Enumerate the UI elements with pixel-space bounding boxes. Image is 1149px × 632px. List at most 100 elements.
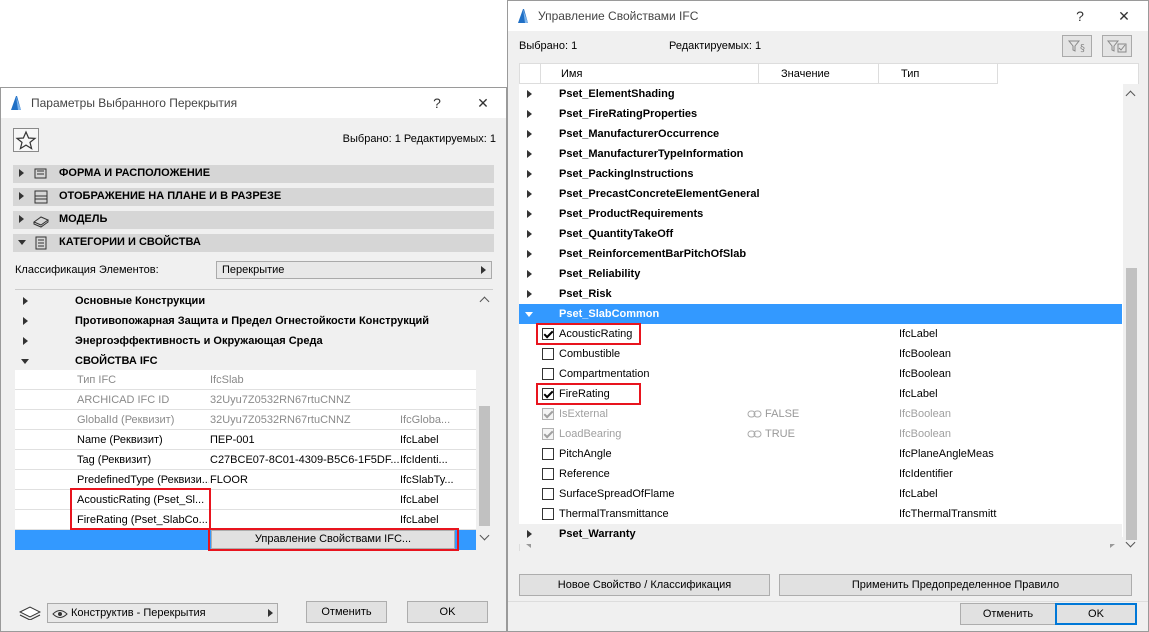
- row-value: IfcSlab: [210, 374, 244, 386]
- pset-group-row[interactable]: Pset_QuantityTakeOff: [519, 224, 1122, 244]
- group-ifc-properties[interactable]: СВОЙСТВА IFC: [75, 355, 158, 367]
- pset-group-row[interactable]: Pset_ElementShading: [519, 84, 1122, 104]
- property-checkbox[interactable]: [542, 448, 554, 460]
- slab-settings-dialog: Параметры Выбранного Перекрытия ? ✕ Выбр…: [0, 87, 507, 632]
- section-categories-properties[interactable]: КАТЕГОРИИ И СВОЙСТВА: [13, 234, 494, 252]
- property-checkbox[interactable]: [542, 508, 554, 520]
- header-divider: [878, 64, 879, 84]
- property-value: TRUE: [765, 428, 795, 440]
- section-label: КАТЕГОРИИ И СВОЙСТВА: [59, 236, 201, 248]
- ifc-row[interactable]: GlobalId (Реквизит) 32Uyu7Z0532RN67rtuCN…: [15, 410, 476, 430]
- expand-arrow-icon[interactable]: [23, 337, 28, 345]
- ok-button[interactable]: OK: [407, 601, 488, 623]
- property-type: IfcPlaneAngleMeas: [899, 448, 994, 460]
- property-row[interactable]: ThermalTransmittance IfcThermalTransmitt: [519, 504, 1122, 524]
- expand-arrow-icon: [527, 170, 532, 178]
- pset-group-row-selected[interactable]: Pset_SlabCommon: [519, 304, 1122, 324]
- new-property-button[interactable]: Новое Свойство / Классификация: [519, 574, 770, 596]
- pset-group-row[interactable]: Pset_ManufacturerOccurrence: [519, 124, 1122, 144]
- property-type: IfcLabel: [899, 388, 938, 400]
- section-plan-display[interactable]: ОТОБРАЖЕНИЕ НА ПЛАНЕ И В РАЗРЕЗЕ: [13, 188, 494, 206]
- pset-name: Pset_PackingInstructions: [559, 168, 694, 180]
- ok-button[interactable]: OK: [1055, 603, 1137, 625]
- property-checkbox[interactable]: [542, 368, 554, 380]
- layer-value: Конструктив - Перекрытия: [71, 607, 206, 619]
- collapse-arrow-icon[interactable]: [21, 359, 29, 364]
- section-model[interactable]: МОДЕЛЬ: [13, 211, 494, 229]
- property-checkbox[interactable]: [542, 468, 554, 480]
- ifc-row[interactable]: ARCHICAD IFC ID 32Uyu7Z0532RN67rtuCNNZ: [15, 390, 476, 410]
- close-button[interactable]: ✕: [469, 92, 497, 114]
- property-checkbox[interactable]: [542, 488, 554, 500]
- layer-select[interactable]: Конструктив - Перекрытия: [47, 603, 278, 623]
- property-name: Combustible: [559, 348, 621, 360]
- cancel-button[interactable]: Отменить: [960, 603, 1056, 625]
- group-energy[interactable]: Энергоэффективность и Окружающая Среда: [75, 335, 323, 347]
- tree-scrollbar[interactable]: [476, 290, 493, 550]
- property-checkbox[interactable]: [542, 348, 554, 360]
- pset-group-row[interactable]: Pset_Risk: [519, 284, 1122, 304]
- group-basic[interactable]: Основные Конструкции: [75, 295, 205, 307]
- help-button[interactable]: ?: [423, 92, 451, 114]
- property-row[interactable]: Combustible IfcBoolean: [519, 344, 1122, 364]
- expand-arrow-icon: [19, 215, 24, 223]
- pset-name: Pset_ReinforcementBarPitchOfSlab: [559, 248, 747, 260]
- dropdown-arrow-icon: [481, 266, 486, 274]
- ifc-row[interactable]: PredefinedType (Реквизи... FLOOR IfcSlab…: [15, 470, 476, 490]
- filter-checked-button[interactable]: [1102, 35, 1132, 57]
- header-divider: [997, 64, 998, 84]
- group-fire-protection[interactable]: Противопожарная Защита и Предел Огнестой…: [75, 315, 429, 327]
- dropdown-arrow-icon: [268, 609, 273, 617]
- property-type: IfcLabel: [899, 328, 938, 340]
- scroll-down-icon[interactable]: [479, 530, 490, 541]
- dialog-title: Управление Свойствами IFC: [538, 9, 699, 23]
- model-icon: [33, 216, 49, 228]
- expand-arrow-icon: [527, 130, 532, 138]
- property-row[interactable]: Reference IfcIdentifier: [519, 464, 1122, 484]
- favorites-button[interactable]: [13, 128, 39, 152]
- ifc-row[interactable]: Name (Реквизит) ПЕР-001 IfcLabel: [15, 430, 476, 450]
- help-button[interactable]: ?: [1066, 5, 1094, 27]
- scroll-up-icon[interactable]: [479, 296, 490, 307]
- filter-property-button[interactable]: §: [1062, 35, 1092, 57]
- eye-icon: [52, 610, 68, 618]
- pset-group-row[interactable]: Pset_Warranty: [519, 524, 1122, 544]
- ifc-row[interactable]: Тип IFC IfcSlab: [15, 370, 476, 390]
- expand-arrow-icon[interactable]: [23, 297, 28, 305]
- column-type[interactable]: Тип: [901, 68, 919, 80]
- close-button[interactable]: ✕: [1110, 5, 1138, 27]
- expand-arrow-icon[interactable]: [23, 317, 28, 325]
- pset-group-row[interactable]: Pset_ManufacturerTypeInformation: [519, 144, 1122, 164]
- section-shape-position[interactable]: ФОРМА И РАСПОЛОЖЕНИЕ: [13, 165, 494, 183]
- column-name[interactable]: Имя: [561, 68, 582, 80]
- pset-group-row[interactable]: Pset_PackingInstructions: [519, 164, 1122, 184]
- pset-group-row[interactable]: Pset_ProductRequirements: [519, 204, 1122, 224]
- scroll-up-icon[interactable]: [1125, 90, 1136, 101]
- scroll-thumb[interactable]: [479, 406, 490, 526]
- row-type: IfcLabel: [400, 514, 439, 526]
- pset-group-row[interactable]: Pset_ReinforcementBarPitchOfSlab: [519, 244, 1122, 264]
- scroll-thumb[interactable]: [1126, 268, 1137, 540]
- row-name: GlobalId (Реквизит): [77, 414, 175, 426]
- cancel-button[interactable]: Отменить: [306, 601, 387, 623]
- list-scrollbar[interactable]: [1123, 84, 1139, 551]
- property-type: IfcBoolean: [899, 428, 951, 440]
- classification-select[interactable]: Перекрытие: [216, 261, 492, 279]
- plan-section-icon: [34, 190, 48, 204]
- pset-group-row[interactable]: Pset_PrecastConcreteElementGeneral: [519, 184, 1122, 204]
- pset-group-row[interactable]: Pset_Reliability: [519, 264, 1122, 284]
- selected-count: Выбрано: 1: [519, 40, 578, 52]
- selection-info: Выбрано: 1 Редактируемых: 1: [342, 133, 496, 145]
- pset-name: Pset_ManufacturerTypeInformation: [559, 148, 744, 160]
- expand-arrow-icon: [19, 169, 24, 177]
- pset-group-row[interactable]: Pset_FireRatingProperties: [519, 104, 1122, 124]
- property-row[interactable]: Compartmentation IfcBoolean: [519, 364, 1122, 384]
- header-divider: [540, 64, 541, 84]
- dialog-title: Параметры Выбранного Перекрытия: [31, 96, 238, 110]
- filter-icon: §: [1067, 40, 1085, 54]
- column-value[interactable]: Значение: [781, 68, 830, 80]
- property-row[interactable]: PitchAngle IfcPlaneAngleMeas: [519, 444, 1122, 464]
- apply-rule-button[interactable]: Применить Предопределенное Правило: [779, 574, 1132, 596]
- ifc-row[interactable]: Tag (Реквизит) C27BCE07-8C01-4309-B5C6-1…: [15, 450, 476, 470]
- property-row[interactable]: SurfaceSpreadOfFlame IfcLabel: [519, 484, 1122, 504]
